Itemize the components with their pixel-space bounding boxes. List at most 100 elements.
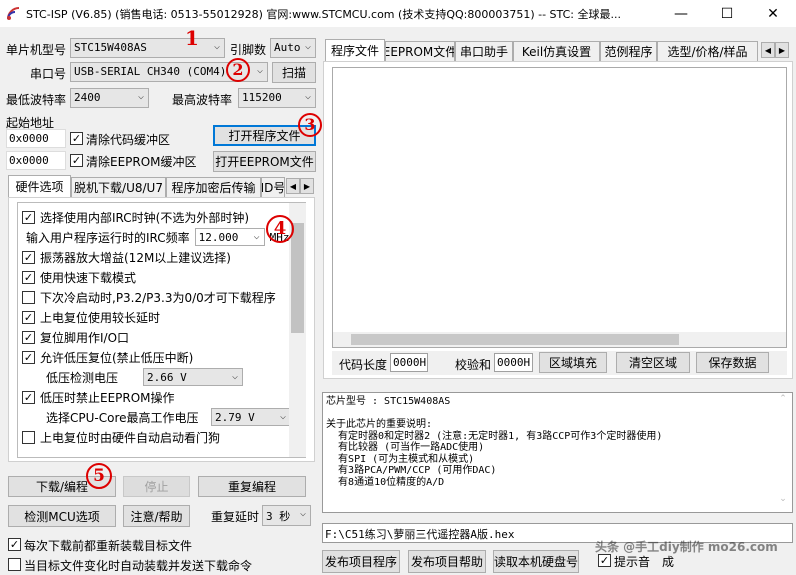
reload-checkbox[interactable]: ✓	[8, 538, 21, 551]
tab-hardware-options[interactable]: 硬件选项	[8, 175, 71, 197]
min-baud-select[interactable]: 2400 ⌵	[70, 88, 149, 108]
annotation-2: 2	[226, 58, 250, 82]
tab-keil-settings[interactable]: Keil仿真设置	[513, 41, 600, 61]
tab-program-file[interactable]: 程序文件	[325, 39, 385, 61]
tab-encrypted-transfer[interactable]: 程序加密后传输	[166, 177, 261, 197]
checkbox[interactable]: ✓	[22, 330, 35, 344]
checkbox[interactable]: ✓	[22, 390, 35, 404]
checkbox[interactable]	[22, 290, 35, 304]
option-fast-download[interactable]: ✓ 使用快速下载模式	[22, 267, 136, 287]
horizontal-scrollbar[interactable]	[333, 332, 786, 347]
lv-value: 2.66 V	[147, 371, 187, 384]
option-cold-start[interactable]: 下次冷启动时,P3.2/P3.3为0/0才可下载程序	[22, 287, 276, 307]
clear-code-checkbox[interactable]: ✓	[70, 132, 83, 145]
cpu-label: 选择CPU-Core最高工作电压	[46, 410, 199, 425]
option-label: 上电复位时由硬件自动启动看门狗	[40, 430, 221, 445]
tab-scroll-left-icon[interactable]: ◀	[286, 178, 300, 194]
option-reset-io[interactable]: ✓ 复位脚用作I/O口	[22, 327, 129, 347]
option-long-delay[interactable]: ✓ 上电复位使用较长延时	[22, 307, 160, 327]
maximize-button[interactable]: ☐	[704, 0, 750, 27]
code-length-label: 代码长度	[339, 358, 388, 372]
option-gain[interactable]: ✓ 振荡器放大增益(12M以上建议选择)	[22, 247, 231, 267]
clear-region-button[interactable]: 清空区域	[616, 352, 690, 373]
open-eeprom-file-button[interactable]: 打开EEPROM文件	[213, 151, 316, 172]
option-label: 允许低压复位(禁止低压中断)	[40, 350, 194, 365]
chevron-down-icon: ⌵	[299, 508, 306, 519]
irc-label: 输入用户程序运行时的IRC频率	[26, 230, 190, 245]
option-label: 低压时禁止EEPROM操作	[40, 390, 175, 405]
chevron-down-icon: ⌵	[304, 91, 311, 102]
chip-info-text: 芯片型号 : STC15W408AS 关于此芯片的重要说明: 有定时器0和定时器…	[326, 396, 663, 488]
stop-button[interactable]: 停止	[123, 476, 190, 497]
clear-eeprom-checkbox[interactable]: ✓	[70, 154, 83, 167]
repeat-program-button[interactable]: 重复编程	[198, 476, 306, 497]
fill-region-button[interactable]: 区域填充	[539, 352, 607, 373]
publish-help-button[interactable]: 发布项目帮助	[408, 550, 486, 573]
mcu-select[interactable]: STC15W408AS ⌵	[70, 38, 225, 58]
save-data-button[interactable]: 保存数据	[696, 352, 769, 373]
tab-scroll-right-icon[interactable]: ▶	[300, 178, 314, 194]
low-voltage-select[interactable]: 2.66 V ⌵	[143, 368, 243, 386]
tab-selection-price[interactable]: 选型/价格/样品	[657, 41, 758, 61]
pins-label: 引脚数	[230, 43, 267, 57]
clear-code-label: 清除代码缓冲区	[86, 133, 171, 147]
window-title: STC-ISP (V6.85) (销售电话: 0513-55012928) 官网…	[26, 7, 621, 21]
chevron-down-icon: ⌵	[279, 411, 286, 422]
port-value: USB-SERIAL CH340 (COM4)	[74, 65, 227, 78]
option-label: 振荡器放大增益(12M以上建议选择)	[40, 250, 231, 265]
auto-send-checkbox[interactable]	[8, 558, 21, 571]
max-baud-select[interactable]: 115200 ⌵	[238, 88, 316, 108]
checkbox[interactable]	[22, 430, 35, 444]
mcu-value: STC15W408AS	[74, 41, 147, 54]
scrollbar-thumb[interactable]	[291, 223, 304, 333]
repeat-delay-select[interactable]: 3 秒 ⌵	[262, 505, 311, 526]
minimize-button[interactable]: —	[658, 0, 704, 27]
lv-label: 低压检测电压	[46, 370, 119, 385]
code-address-input[interactable]: 0x0000	[6, 129, 66, 148]
reload-label: 每次下载前都重新装载目标文件	[24, 539, 193, 553]
cpu-voltage-row: 选择CPU-Core最高工作电压 2.79 V ⌵	[46, 407, 291, 427]
eeprom-address-input[interactable]: 0x0000	[6, 151, 66, 170]
min-baud-label: 最低波特率	[6, 93, 67, 107]
chevron-down-icon: ⌵	[231, 371, 238, 382]
delay-value: 3 秒	[266, 510, 291, 523]
annotation-5: 5	[86, 463, 112, 489]
chevron-down-icon: ⌵	[256, 65, 263, 76]
beep-checkbox[interactable]: ✓	[598, 554, 611, 567]
info-scrollbar[interactable]: ⌃ ⌄	[775, 394, 791, 511]
scrollbar-thumb[interactable]	[351, 334, 679, 345]
code-buffer-view[interactable]	[332, 67, 787, 348]
max-baud-value: 115200	[242, 91, 282, 104]
option-watchdog[interactable]: 上电复位时由硬件自动启动看门狗	[22, 427, 220, 447]
option-low-voltage-reset[interactable]: ✓ 允许低压复位(禁止低压中断)	[22, 347, 193, 367]
cpu-voltage-select[interactable]: 2.79 V ⌵	[211, 408, 291, 426]
checkbox[interactable]: ✓	[22, 310, 35, 324]
tab-serial-assistant[interactable]: 串口助手	[455, 41, 513, 61]
irc-frequency-select[interactable]: 12.000 ⌵	[194, 228, 265, 246]
read-disk-id-button[interactable]: 读取本机硬盘号	[493, 550, 579, 573]
option-internal-irc[interactable]: ✓ 选择使用内部IRC时钟(不选为外部时钟)	[22, 207, 249, 227]
close-button[interactable]: ✕	[750, 0, 796, 27]
checkbox[interactable]: ✓	[22, 350, 35, 364]
irc-value: 12.000	[198, 231, 239, 244]
pins-select[interactable]: Auto ⌵	[270, 38, 316, 58]
tab-offline-download[interactable]: 脱机下载/U8/U7	[71, 177, 166, 197]
help-button[interactable]: 注意/帮助	[123, 505, 190, 527]
tab-scroll-right-icon[interactable]: ▶	[775, 42, 789, 58]
options-scrollbar[interactable]	[289, 203, 306, 457]
option-eeprom-lock[interactable]: ✓ 低压时禁止EEPROM操作	[22, 387, 175, 407]
tab-id[interactable]: ID号	[261, 177, 285, 197]
chevron-down-icon: ⌵	[137, 91, 144, 102]
tab-scroll-left-icon[interactable]: ◀	[761, 42, 775, 58]
option-label: 下次冷启动时,P3.2/P3.3为0/0才可下载程序	[40, 290, 276, 305]
checkbox[interactable]: ✓	[22, 270, 35, 284]
tab-examples[interactable]: 范例程序	[600, 41, 657, 61]
detect-mcu-button[interactable]: 检测MCU选项	[8, 505, 116, 527]
chevron-down-icon: ⌵	[213, 41, 220, 52]
left-tabs: 硬件选项 脱机下载/U8/U7 程序加密后传输 ID号 ◀ ▶	[0, 175, 320, 197]
scan-button[interactable]: 扫描	[272, 62, 316, 83]
checkbox[interactable]: ✓	[22, 210, 35, 224]
publish-program-button[interactable]: 发布项目程序	[322, 550, 400, 573]
checkbox[interactable]: ✓	[22, 250, 35, 264]
tab-eeprom-file[interactable]: EEPROM文件	[385, 41, 455, 61]
